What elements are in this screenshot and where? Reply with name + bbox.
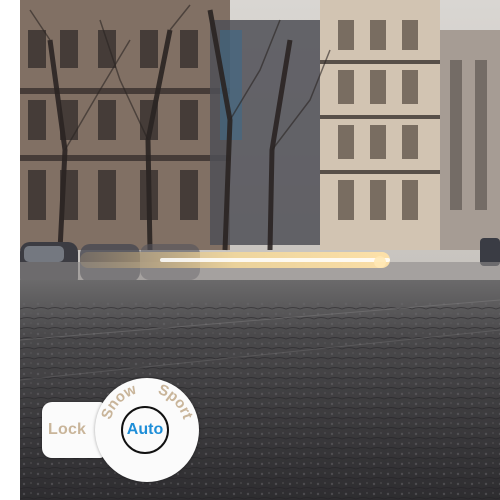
lock-label: Lock [48,421,87,438]
auto-label: Auto [126,421,164,438]
screen: Lock Snow Sport Auto [0,0,500,500]
auto-mode-option[interactable]: Auto [121,406,169,454]
drive-mode-dial[interactable]: Snow Sport Auto [95,378,199,482]
